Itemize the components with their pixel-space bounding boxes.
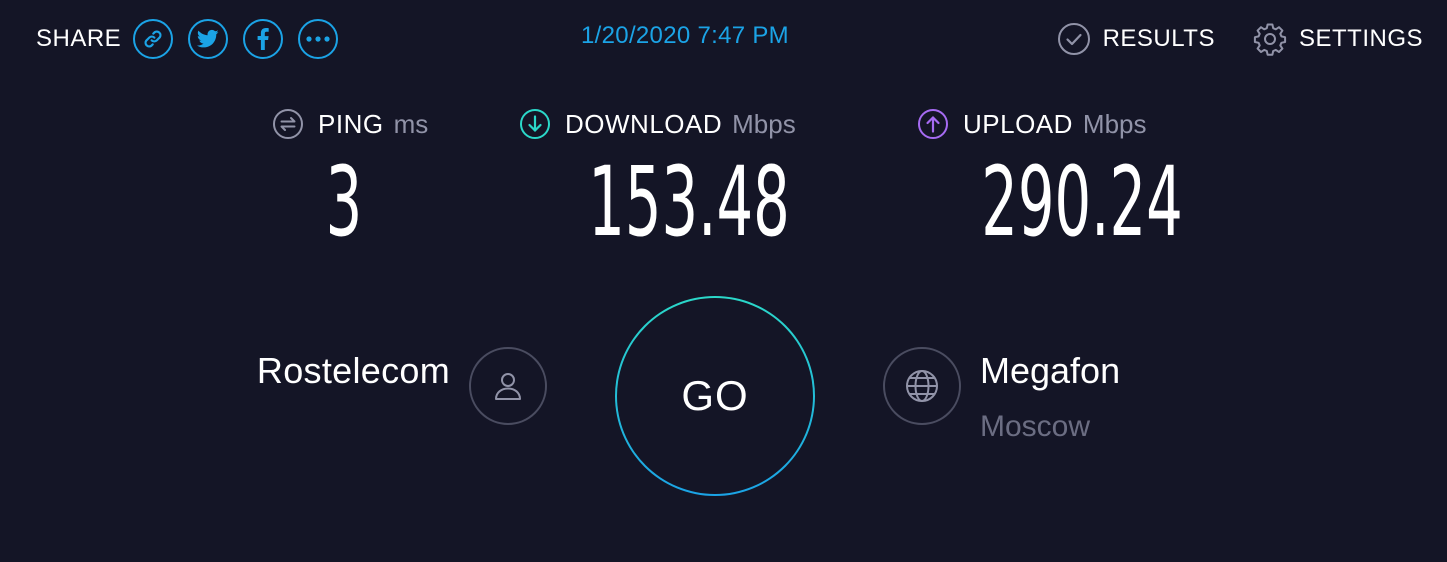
change-isp-button[interactable]: [469, 347, 547, 425]
download-unit: Mbps: [732, 108, 796, 139]
ping-value: 3: [325, 146, 363, 258]
isp-name: Rostelecom: [256, 350, 450, 391]
go-label: GO: [681, 372, 749, 419]
results-button[interactable]: RESULTS: [1057, 22, 1215, 56]
gear-icon: [1253, 23, 1287, 56]
results-label: RESULTS: [1102, 25, 1215, 52]
download-value: 153.48: [588, 146, 790, 258]
check-circle-icon: [1057, 23, 1090, 55]
user-icon: [495, 373, 521, 400]
download-label: DOWNLOAD: [565, 108, 723, 139]
upload-value: 290.24: [981, 146, 1183, 258]
settings-button[interactable]: SETTINGS: [1253, 22, 1423, 56]
upload-unit: Mbps: [1082, 108, 1147, 139]
ping-header: PING ms: [272, 108, 428, 140]
go-button[interactable]: GO: [615, 296, 815, 496]
top-nav: RESULTS SETTINGS: [1057, 22, 1423, 56]
download-icon: [520, 109, 550, 139]
ping-metric: PING ms 3: [272, 108, 428, 252]
change-server-button[interactable]: [883, 347, 961, 425]
server-location: Moscow: [980, 410, 1091, 443]
ping-unit: ms: [393, 108, 429, 139]
ping-icon: [273, 109, 303, 139]
speedtest-page: SHARE 1/20/2020 7:47 PM RESULTS SETTINGS…: [0, 0, 1447, 562]
server-name[interactable]: Megafon: [980, 350, 1120, 392]
upload-label: UPLOAD: [963, 108, 1073, 139]
download-metric: DOWNLOAD Mbps 153.48: [519, 108, 796, 252]
download-header: DOWNLOAD Mbps: [519, 108, 796, 140]
upload-header: UPLOAD Mbps: [917, 108, 1147, 140]
settings-label: SETTINGS: [1298, 25, 1423, 52]
ping-label: PING: [318, 108, 384, 139]
upload-metric: UPLOAD Mbps 290.24: [917, 108, 1183, 252]
upload-icon: [918, 109, 948, 139]
globe-icon: [906, 370, 938, 402]
